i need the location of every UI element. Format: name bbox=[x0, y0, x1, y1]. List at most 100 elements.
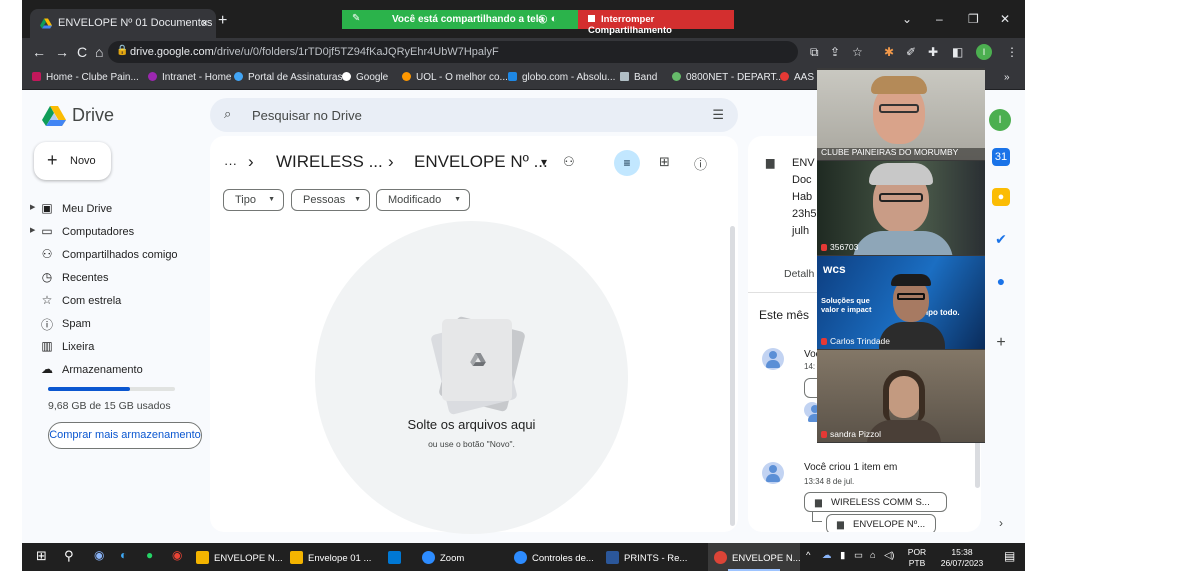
expand-icon[interactable]: ▶ bbox=[30, 203, 35, 211]
sidebar-item-recent[interactable]: ◷ Recentes bbox=[30, 267, 200, 289]
extension-icon[interactable]: ✱ bbox=[884, 45, 894, 59]
back-icon[interactable]: ← bbox=[32, 44, 46, 60]
reload-icon[interactable]: C bbox=[77, 44, 87, 60]
close-window-button[interactable]: ✕ bbox=[1000, 12, 1010, 26]
bookmark-item[interactable]: globo.com - Absolu... bbox=[508, 72, 615, 83]
start-icon[interactable]: ⊞ bbox=[36, 548, 47, 564]
clock[interactable]: 15:38 26/07/2023 bbox=[936, 547, 988, 569]
forward-icon[interactable]: → bbox=[55, 44, 69, 60]
home-icon[interactable]: ⌂ bbox=[95, 44, 103, 60]
add-addon-icon[interactable]: + bbox=[992, 334, 1010, 352]
tab-details[interactable]: Detalh bbox=[784, 268, 814, 280]
outlook-icon[interactable] bbox=[388, 551, 406, 564]
edge-icon[interactable]: ◐ bbox=[120, 548, 127, 562]
language-indicator[interactable]: POR PTB bbox=[904, 547, 930, 569]
share-options-icon[interactable]: ◎ ◐ bbox=[538, 12, 557, 25]
empty-drop-zone[interactable]: Solte os arquivos aqui ou use o botão "N… bbox=[315, 221, 628, 534]
chrome-icon[interactable]: ◉ bbox=[172, 548, 182, 562]
bookmark-item[interactable]: 0800NET - DEPART... bbox=[672, 72, 784, 83]
taskbar-item[interactable]: PRINTS - Re... bbox=[606, 551, 687, 564]
bookmark-star-icon[interactable]: ☆ bbox=[852, 45, 863, 59]
extensions-puzzle-icon[interactable]: ✚ bbox=[928, 45, 938, 59]
tab-close-icon[interactable]: × bbox=[201, 16, 208, 30]
stop-sharing-button[interactable]: Interromper Compartilhamento bbox=[578, 10, 734, 36]
video-call-overlay[interactable]: CLUBE PAINEIRAS DO MORUMBY 356703 wcs So… bbox=[817, 68, 985, 443]
contacts-icon[interactable]: ● bbox=[992, 272, 1010, 290]
new-tab-button[interactable]: + bbox=[218, 12, 227, 30]
bookmark-item[interactable]: UOL - O melhor co... bbox=[402, 72, 508, 83]
participant-tile[interactable]: CLUBE PAINEIRAS DO MORUMBY bbox=[817, 70, 985, 160]
info-icon[interactable]: ⓘ bbox=[694, 154, 707, 173]
filter-people[interactable]: Pessoas ▼ bbox=[291, 189, 370, 211]
taskbar-item[interactable]: Envelope 01 ... bbox=[290, 551, 371, 564]
list-filter-icon[interactable]: ≡ bbox=[614, 150, 640, 176]
search-input[interactable]: ⌕ Pesquisar no Drive ☰ bbox=[210, 98, 738, 132]
recent-icon: ◷ bbox=[41, 270, 53, 284]
share-folder-icon[interactable]: ⚇ bbox=[563, 154, 575, 170]
activity-subfolder-chip[interactable]: ▆ ENVELOPE Nº... bbox=[826, 514, 936, 532]
notifications-icon[interactable]: ▤ bbox=[1004, 549, 1015, 563]
participant-tile[interactable]: wcs Soluções que valor e impact mpo todo… bbox=[817, 256, 985, 349]
expand-icon[interactable]: ▶ bbox=[30, 226, 35, 234]
volume-icon[interactable]: ◁) bbox=[884, 550, 894, 561]
sidebar-item-trash[interactable]: ▥ Lixeira bbox=[30, 336, 200, 358]
onedrive-icon[interactable]: ☁ bbox=[822, 550, 832, 561]
tab-search-icon[interactable]: ⌄ bbox=[902, 12, 912, 26]
sidebar-item-computers[interactable]: ▶ ▭ Computadores bbox=[30, 221, 200, 243]
activity-folder-chip[interactable]: ▆ WIRELESS COMM S... bbox=[804, 492, 947, 512]
taskbar-item-active[interactable]: ENVELOPE N... bbox=[708, 543, 801, 571]
mic-icon[interactable]: ▮ bbox=[840, 550, 845, 561]
taskbar-item[interactable]: Zoom bbox=[422, 551, 464, 564]
bookmark-item[interactable]: Intranet - Home bbox=[148, 72, 231, 83]
side-panel-icon[interactable]: ◧ bbox=[952, 45, 963, 59]
sidebar-item-spam[interactable]: ⓘ Spam bbox=[30, 313, 200, 335]
annotate-icon[interactable]: ✎ bbox=[352, 13, 360, 24]
zoom-icon bbox=[514, 551, 527, 564]
bookmark-item[interactable]: Home - Clube Pain... bbox=[32, 72, 139, 83]
app-icon[interactable]: ◉ bbox=[94, 548, 104, 562]
keep-icon[interactable]: ● bbox=[992, 188, 1010, 206]
network-icon[interactable]: ⌂ bbox=[870, 550, 876, 561]
bookmark-item[interactable]: Band bbox=[620, 72, 657, 83]
sidebar-item-starred[interactable]: ☆ Com estrela bbox=[30, 290, 200, 312]
account-avatar[interactable]: I bbox=[989, 109, 1011, 131]
maximize-button[interactable]: ❐ bbox=[968, 12, 979, 26]
taskbar-item[interactable]: ENVELOPE N... bbox=[196, 551, 283, 564]
sidebar-item-shared[interactable]: ⚇ Compartilhados comigo bbox=[30, 244, 200, 266]
sidebar-item-my-drive[interactable]: ▶ ▣ Meu Drive bbox=[30, 198, 200, 220]
bookmark-item[interactable]: AAS bbox=[780, 72, 814, 83]
search-options-icon[interactable]: ☰ bbox=[712, 107, 724, 123]
participant-tile[interactable]: sandra Pizzol bbox=[817, 350, 985, 442]
breadcrumb-more-icon[interactable]: ··· bbox=[224, 156, 237, 171]
bookmark-item[interactable]: Portal de Assinaturas bbox=[234, 72, 343, 83]
whatsapp-icon[interactable]: ● bbox=[146, 548, 153, 562]
breadcrumb-parent[interactable]: WIRELESS ... bbox=[276, 152, 383, 172]
share-page-icon[interactable]: ⇪ bbox=[830, 45, 840, 59]
filter-modified[interactable]: Modificado ▼ bbox=[376, 189, 470, 211]
bookmarks-more-icon[interactable]: » bbox=[1004, 72, 1010, 83]
tasks-icon[interactable]: ✔ bbox=[992, 230, 1010, 248]
folder-menu-icon[interactable]: ▾ bbox=[541, 155, 547, 169]
tray-overflow-icon[interactable]: ^ bbox=[806, 550, 810, 561]
filter-type[interactable]: Tipo ▼ bbox=[223, 189, 284, 211]
extension-2-icon[interactable]: ✐ bbox=[906, 45, 916, 59]
expand-panel-icon[interactable]: › bbox=[992, 514, 1010, 532]
scrollbar[interactable] bbox=[730, 226, 735, 526]
breadcrumb-current[interactable]: ENVELOPE Nº ... bbox=[414, 152, 548, 172]
new-button[interactable]: + Novo bbox=[34, 142, 111, 180]
minimize-button[interactable]: – bbox=[936, 12, 943, 26]
search-icon[interactable]: ⚲ bbox=[64, 548, 74, 564]
battery-icon[interactable]: ▭ bbox=[854, 550, 863, 561]
browser-tab[interactable]: ENVELOPE Nº 01 Documentos de × bbox=[30, 9, 216, 38]
bookmark-item[interactable]: Google bbox=[342, 72, 388, 83]
calendar-icon[interactable]: 31 bbox=[992, 148, 1010, 166]
install-app-icon[interactable]: ⧉ bbox=[810, 45, 819, 60]
address-bar[interactable]: 🔒 drive.google.com/drive/u/0/folders/1rT… bbox=[108, 41, 798, 63]
taskbar-item[interactable]: Controles de... bbox=[514, 551, 594, 564]
buy-storage-button[interactable]: Comprar mais armazenamento bbox=[48, 422, 202, 449]
sidebar-item-storage[interactable]: ☁ Armazenamento bbox=[30, 359, 200, 381]
chrome-menu-icon[interactable]: ⋮ bbox=[1006, 45, 1018, 59]
grid-view-icon[interactable]: ⊞ bbox=[659, 154, 670, 170]
profile-avatar[interactable]: I bbox=[976, 44, 992, 60]
participant-tile[interactable]: 356703 bbox=[817, 161, 985, 255]
